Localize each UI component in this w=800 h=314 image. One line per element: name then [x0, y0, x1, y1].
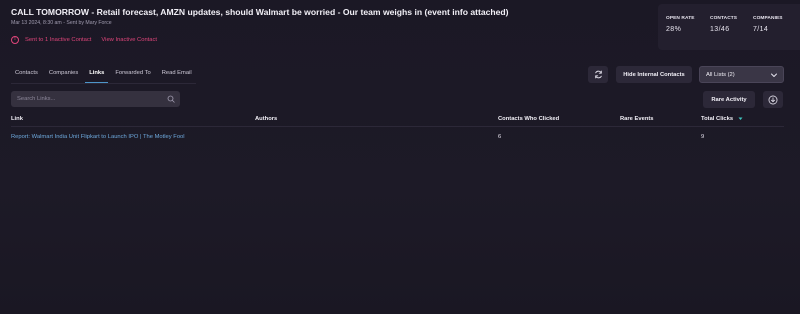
column-header-total-clicks-label: Total Clicks: [701, 116, 734, 123]
column-header-link[interactable]: Link: [11, 116, 23, 122]
tab-bar: Contacts Companies Links Forwarded To Re…: [11, 67, 199, 83]
stat-value: 13/46: [710, 26, 730, 33]
rare-activity-button[interactable]: Rare Activity: [703, 91, 755, 108]
inactive-contact-warning-text: Sent to 1 Inactive Contact: [25, 36, 92, 43]
stat-label: CONTACTS: [710, 16, 738, 21]
refresh-icon: [594, 70, 602, 79]
lists-select[interactable]: All Lists (2): [699, 66, 784, 83]
exclamation-circle-icon: !: [11, 35, 19, 44]
refresh-button[interactable]: [588, 66, 608, 83]
stats-panel: OPEN RATE 28% CONTACTS 13/46 COMPANIES 7…: [658, 4, 800, 50]
column-header-contacts-who-clicked[interactable]: Contacts Who Clicked: [498, 116, 559, 122]
tab-links[interactable]: Links: [85, 67, 109, 83]
hide-internal-contacts-button[interactable]: Hide Internal Contacts: [616, 66, 692, 83]
search-icon: [167, 95, 175, 103]
search-box: [11, 91, 180, 107]
tab-contacts[interactable]: Contacts: [11, 67, 42, 83]
column-header-total-clicks[interactable]: Total Clicks: [701, 116, 743, 122]
stat-contacts: CONTACTS 13/46: [710, 16, 737, 33]
download-button[interactable]: [763, 91, 783, 108]
search-links-input[interactable]: [17, 96, 162, 102]
tab-read-email[interactable]: Read Email: [158, 67, 196, 83]
stat-label: OPEN RATE: [666, 16, 695, 21]
download-icon: [768, 95, 778, 104]
stat-label: COMPANIES: [753, 16, 783, 21]
total-clicks-cell: 9: [701, 134, 705, 140]
stat-companies: COMPANIES 7/14: [753, 16, 783, 33]
table-header-divider: [11, 126, 784, 127]
column-header-rare-events[interactable]: Rare Events: [620, 116, 654, 122]
stat-open-rate: OPEN RATE 28%: [666, 16, 695, 33]
stat-value: 28%: [666, 26, 682, 33]
chevron-down-icon: [771, 73, 777, 77]
tabs-divider: [11, 83, 196, 84]
view-inactive-contact-link[interactable]: View Inactive Contact: [101, 37, 157, 43]
sort-descending-icon: [738, 117, 743, 120]
column-header-authors[interactable]: Authors: [255, 116, 277, 122]
link-cell[interactable]: Report: Walmart India Unit Flipkart to L…: [11, 134, 185, 140]
tab-forwarded-to[interactable]: Forwarded To: [111, 67, 154, 83]
contacts-who-clicked-cell: 6: [498, 134, 502, 140]
stat-value: 7/14: [753, 26, 769, 33]
lists-select-value: All Lists (2): [706, 71, 735, 78]
email-meta: Mar 13 2024, 8:30 am - Sent by Mary Forc…: [11, 20, 112, 26]
tab-companies[interactable]: Companies: [45, 67, 82, 83]
inactive-contact-warning: ! Sent to 1 Inactive Contact View Inacti…: [11, 35, 157, 44]
email-title: CALL TOMORROW - Retail forecast, AMZN up…: [11, 7, 509, 17]
